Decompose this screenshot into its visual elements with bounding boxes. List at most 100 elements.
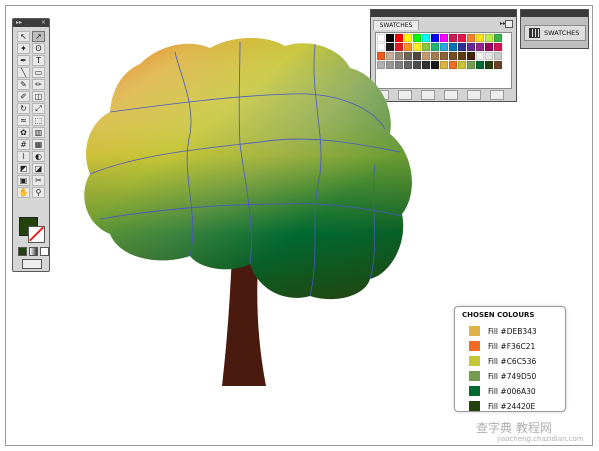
swatch[interactable] [467, 52, 475, 60]
slice-tool[interactable]: ✂ [32, 175, 45, 186]
artboard-tool[interactable]: ▣ [17, 175, 30, 186]
none-mode-icon[interactable] [40, 247, 49, 256]
swatch[interactable] [431, 61, 439, 69]
swatch[interactable] [449, 61, 457, 69]
swatch[interactable] [467, 43, 475, 51]
warp-tool[interactable]: ≈ [17, 115, 30, 126]
swatches-icon [529, 28, 540, 38]
mesh-tool[interactable]: # [17, 139, 30, 150]
swatch[interactable] [476, 52, 484, 60]
eraser-tool[interactable]: ◫ [32, 91, 45, 102]
legend-label: Fill #749D50 [488, 371, 537, 381]
swatch[interactable] [494, 52, 502, 60]
new-swatch-icon[interactable] [467, 90, 481, 100]
swatch[interactable] [458, 52, 466, 60]
swatches-dock-label: SWATCHES [544, 29, 580, 37]
swatch[interactable] [440, 43, 448, 51]
legend-label: Fill #DEB343 [488, 326, 537, 336]
swatch[interactable] [458, 43, 466, 51]
swatch[interactable] [476, 43, 484, 51]
legend-label: Fill #24420E [488, 401, 536, 411]
swatch[interactable] [449, 34, 457, 42]
swatch[interactable] [485, 43, 493, 51]
close-icon[interactable]: × [41, 19, 46, 27]
column-graph-tool[interactable]: ▥ [32, 127, 45, 138]
legend-item: Fill #006A30 [469, 385, 536, 397]
swatch[interactable] [476, 34, 484, 42]
paintbrush-tool[interactable]: ✎ [17, 79, 30, 90]
swatch[interactable] [485, 61, 493, 69]
panel-menu-icon[interactable] [505, 20, 513, 28]
swatches-dock-button[interactable]: SWATCHES [524, 25, 586, 41]
blend-tool[interactable]: ◐ [32, 151, 45, 162]
type-tool[interactable]: T [32, 55, 45, 66]
scale-tool[interactable]: ⤢ [32, 103, 45, 114]
swatch[interactable] [494, 43, 502, 51]
line-tool[interactable]: ╲ [17, 67, 30, 78]
zoom-tool[interactable]: ⚲ [32, 187, 45, 198]
legend-item: Fill #DEB343 [469, 325, 537, 337]
swatches-dock: SWATCHES [520, 9, 589, 49]
swatch[interactable] [440, 34, 448, 42]
selection-tool[interactable]: ↖ [17, 31, 30, 42]
rectangle-tool[interactable]: ▭ [32, 67, 45, 78]
watermark: 查字典 教程网 [476, 421, 552, 435]
legend-label: Fill #C6C536 [488, 356, 537, 366]
tools-panel-header[interactable]: ▸▸ × [13, 19, 49, 27]
watermark-url: jiaocheng.chazidian.com [497, 435, 584, 443]
swatch[interactable] [467, 61, 475, 69]
legend-title: CHOSEN COLOURS [462, 311, 535, 319]
lasso-tool[interactable]: ʘ [32, 43, 45, 54]
tool-grid: ↖ ↗ ✦ ʘ ✒ T ╲ ▭ ✎ ✏ ✐ ◫ ↻ ⤢ ≈ ⬚ ✿ ▥ # ▦ ⌇ ◐ ◩ ◪ ▣ ✂ ✋ ⚲ [17, 31, 45, 198]
new-color-group-icon[interactable] [444, 90, 458, 100]
swatch[interactable] [467, 34, 475, 42]
dock-header[interactable] [521, 10, 588, 17]
swatches-panel-header[interactable] [371, 10, 516, 17]
color-chip [469, 371, 480, 381]
legend-label: Fill #006A30 [488, 386, 536, 396]
color-chip [469, 341, 480, 351]
color-chip [469, 356, 480, 366]
legend-label: Fill #F36C21 [488, 341, 536, 351]
swatch[interactable] [458, 34, 466, 42]
color-modes [18, 247, 49, 256]
tab-swatches[interactable]: SWATCHES [373, 20, 419, 30]
color-chip [469, 386, 480, 396]
direct-selection-tool[interactable]: ↗ [32, 31, 45, 42]
stroke-swatch[interactable] [28, 226, 45, 243]
magic-wand-tool[interactable]: ✦ [17, 43, 30, 54]
eyedropper-tool[interactable]: ⌇ [17, 151, 30, 162]
rotate-tool[interactable]: ↻ [17, 103, 30, 114]
swatch[interactable] [431, 43, 439, 51]
gradient-mode-icon[interactable] [29, 247, 38, 256]
pencil-tool[interactable]: ✏ [32, 79, 45, 90]
gradient-tool[interactable]: ▦ [32, 139, 45, 150]
swatch[interactable] [458, 61, 466, 69]
swatch[interactable] [440, 52, 448, 60]
color-mode-icon[interactable] [18, 247, 27, 256]
swatch[interactable] [449, 43, 457, 51]
swatch[interactable] [440, 61, 448, 69]
hand-tool[interactable]: ✋ [17, 187, 30, 198]
swatch[interactable] [494, 34, 502, 42]
symbol-sprayer-tool[interactable]: ✿ [17, 127, 30, 138]
swatch[interactable] [449, 52, 457, 60]
collapse-icon[interactable]: ▸▸ [16, 19, 22, 27]
swatch[interactable] [431, 34, 439, 42]
tree-artwork[interactable] [80, 34, 430, 394]
blob-brush-tool[interactable]: ✐ [17, 91, 30, 102]
free-transform-tool[interactable]: ⬚ [32, 115, 45, 126]
delete-swatch-icon[interactable] [490, 90, 504, 100]
legend-item: Fill #24420E [469, 400, 535, 412]
color-chip [469, 326, 480, 336]
legend-item: Fill #C6C536 [469, 355, 536, 367]
live-paint-selection-tool[interactable]: ◪ [32, 163, 45, 174]
swatch[interactable] [485, 52, 493, 60]
screen-mode-button[interactable] [22, 259, 42, 269]
swatch[interactable] [494, 61, 502, 69]
swatch[interactable] [485, 34, 493, 42]
live-paint-tool[interactable]: ◩ [17, 163, 30, 174]
swatch[interactable] [476, 61, 484, 69]
pen-tool[interactable]: ✒ [17, 55, 30, 66]
swatch[interactable] [431, 52, 439, 60]
